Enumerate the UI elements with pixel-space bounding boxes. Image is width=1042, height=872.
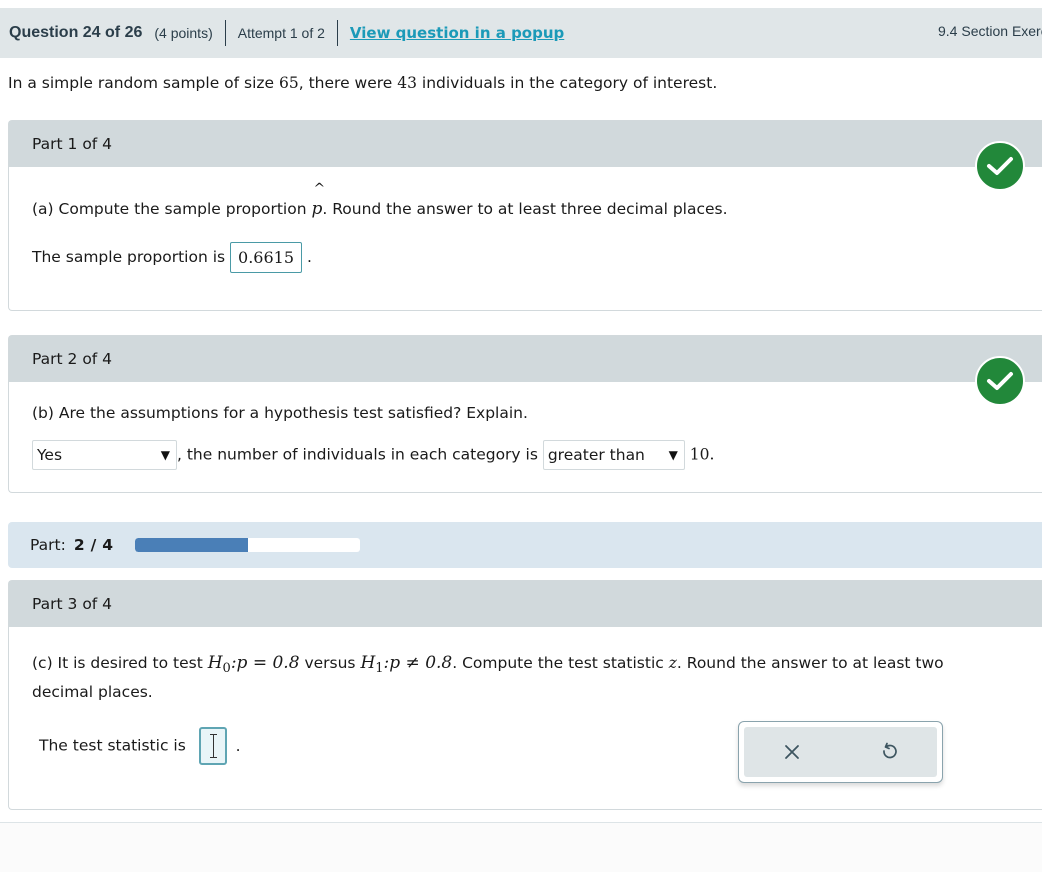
prompt-text: versus: [299, 654, 361, 672]
part-1-prompt: (a) Compute the sample proportion ^ p. Ro…: [32, 181, 728, 219]
problem-statement: In a simple random sample of size 65, th…: [8, 74, 717, 92]
dropdown-arrow-icon: ▼: [160, 448, 170, 462]
prompt-line-2: decimal places.: [32, 683, 153, 701]
variable-z: z: [668, 654, 677, 672]
progress-current: 2: [73, 536, 85, 554]
p-hat: ^ p: [311, 181, 325, 219]
correct-check-icon: [975, 356, 1025, 406]
sample-size: 65: [279, 74, 299, 92]
count-value: 43: [397, 74, 417, 92]
period: .: [709, 445, 715, 464]
select-value: greater than: [547, 446, 645, 464]
question-header: Question 24 of 26 (4 points) Attempt 1 o…: [0, 8, 1042, 58]
part-2-answer-row: Yes ▼ , the number of individuals in eac…: [32, 440, 714, 470]
tools-panel: [744, 727, 937, 777]
progress-sep: /: [90, 536, 97, 554]
close-icon: [785, 745, 800, 759]
part-1-header: Part 1 of 4: [9, 121, 1042, 167]
answer-text: , the number of individuals in each cate…: [177, 445, 538, 464]
null-hypothesis: :p = 0.8: [230, 653, 300, 673]
part-progress: Part: 2 / 4: [8, 522, 1042, 568]
threshold-value: 10: [689, 445, 710, 464]
text-cursor: [209, 734, 217, 758]
clear-button[interactable]: [772, 732, 812, 772]
section-title: 9.4 Section Exerc: [938, 23, 1042, 39]
attempt-counter: Attempt 1 of 2: [237, 25, 325, 41]
part-1: Part 1 of 4 (a) Compute the sample propo…: [8, 120, 1042, 311]
part-3-answer-row: The test statistic is .: [39, 727, 241, 765]
h1-subscript: 1: [375, 661, 384, 677]
prompt-text: (a) Compute the sample proportion: [32, 200, 312, 218]
h1-symbol: H: [360, 653, 376, 673]
assumption-select[interactable]: Yes ▼: [32, 440, 177, 470]
undo-icon: [882, 742, 897, 759]
correct-check-icon: [975, 141, 1025, 191]
part-2-header: Part 2 of 4: [9, 336, 1042, 382]
prompt-text: (c) It is desired to test: [32, 654, 208, 672]
view-popup-link[interactable]: View question in a popup: [350, 24, 564, 42]
part-3-header: Part 3 of 4: [9, 581, 1042, 627]
part-2: Part 2 of 4 (b) Are the assumptions for …: [8, 335, 1042, 493]
progress-fill: [135, 538, 248, 552]
period: .: [235, 736, 241, 755]
footer-area: [0, 823, 1042, 872]
period: .: [306, 248, 312, 266]
part-title: Part 1 of 4: [32, 135, 113, 153]
part-title: Part 2 of 4: [32, 350, 113, 368]
sample-proportion-input[interactable]: 0.6615: [230, 242, 303, 273]
divider: [224, 20, 226, 46]
undo-button[interactable]: [869, 732, 909, 772]
progress-track: [135, 538, 361, 552]
dropdown-arrow-icon: ▼: [668, 448, 678, 462]
part-3-prompt: (c) It is desired to test H0:p = 0.8 ver…: [32, 653, 944, 676]
part-1-answer-row: The sample proportion is 0.6615 .: [32, 242, 312, 273]
answer-label: The sample proportion is: [32, 248, 226, 266]
divider: [336, 20, 338, 46]
progress-total: 4: [102, 536, 114, 554]
question-points: (4 points): [154, 25, 213, 41]
intro-text: individuals in the category of interest.: [416, 74, 718, 92]
hat-accent: ^: [313, 181, 326, 197]
h0-subscript: 0: [222, 661, 231, 677]
answer-tools: [738, 721, 943, 783]
test-statistic-input[interactable]: [198, 727, 227, 765]
alt-hypothesis: :p ≠ 0.8: [383, 653, 453, 673]
question-number: Question 24 of 26: [9, 24, 143, 41]
h0-symbol: H: [207, 653, 223, 673]
answer-label: The test statistic is: [39, 736, 186, 755]
intro-text: , there were: [298, 74, 398, 92]
prompt-text: . Compute the test statistic: [452, 654, 669, 672]
comparison-select[interactable]: greater than ▼: [542, 440, 685, 470]
select-value: Yes: [37, 446, 63, 464]
intro-text: In a simple random sample of size: [8, 74, 280, 92]
prompt-text: . Round the answer to at least three dec…: [322, 200, 728, 218]
variable-p: p: [311, 199, 323, 219]
prompt-text: . Round the answer to at least two: [676, 654, 944, 672]
part-2-prompt: (b) Are the assumptions for a hypothesis…: [32, 404, 528, 422]
progress-label: Part:: [30, 536, 66, 554]
part-title: Part 3 of 4: [32, 595, 113, 613]
